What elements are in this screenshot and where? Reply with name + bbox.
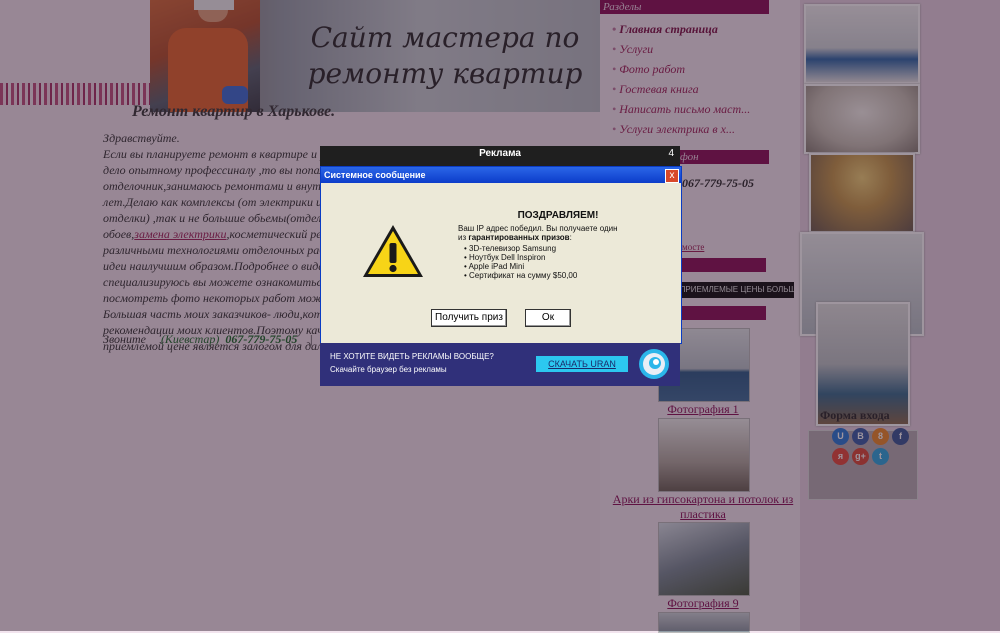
get-prize-button[interactable]: Получить приз — [431, 309, 507, 327]
prize-item: Apple iPad Mini — [464, 262, 658, 271]
ad-header: Реклама — [479, 148, 521, 159]
browser-logo-icon — [639, 349, 669, 379]
prize-item: Сертификат на сумму $50,00 — [464, 271, 658, 280]
prize-item: 3D-телевизор Samsung — [464, 244, 658, 253]
system-message-dialog: Системное сообщение x ПОЗДРАВЛЯЕМ! Ваш I… — [320, 166, 682, 344]
ok-button[interactable]: Ок — [525, 309, 571, 327]
download-uran-button[interactable]: СКАЧАТЬ URAN — [536, 356, 628, 372]
prize-list: 3D-телевизор Samsung Ноутбук Dell Inspir… — [464, 244, 658, 280]
congrats-title: ПОЗДРАВЛЯЕМ! — [517, 210, 599, 221]
dialog-title: Системное сообщение — [321, 167, 681, 183]
promo-subtitle: Скачайте браузер без рекламы — [330, 365, 447, 374]
prize-item: Ноутбук Dell Inspiron — [464, 253, 658, 262]
warning-icon — [363, 225, 423, 277]
close-icon[interactable]: x — [665, 169, 679, 183]
dialog-message: ПОЗДРАВЛЯЕМ! Ваш IP адрес победил. Вы по… — [458, 210, 658, 281]
promo-headline: НЕ ХОТИТЕ ВИДЕТЬ РЕКЛАМЫ ВООБЩЕ? — [330, 352, 494, 361]
ad-browser-promo: НЕ ХОТИТЕ ВИДЕТЬ РЕКЛАМЫ ВООБЩЕ? Скачайт… — [320, 343, 680, 386]
ad-countdown: 4 — [668, 148, 674, 159]
